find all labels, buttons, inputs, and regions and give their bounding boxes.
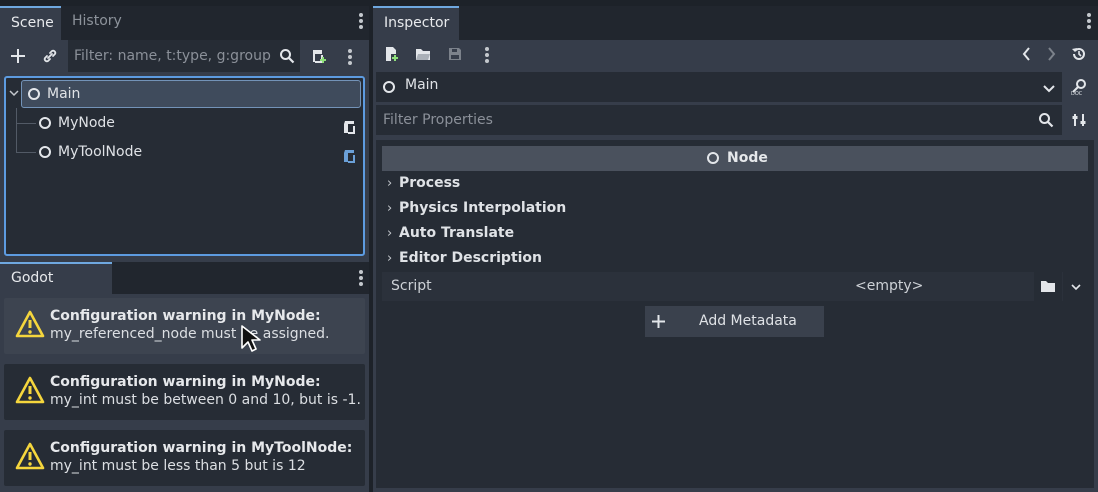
tab-scene[interactable]: Scene xyxy=(0,6,61,40)
script-property-label: Script xyxy=(391,278,432,294)
warning-item[interactable]: Configuration warning in MyNode: my_int … xyxy=(4,364,365,420)
node-icon xyxy=(39,146,51,158)
section-label: Editor Description xyxy=(399,250,543,266)
new-resource-icon[interactable] xyxy=(378,41,404,67)
svg-text:DOC: DOC xyxy=(1071,91,1083,96)
save-icon[interactable] xyxy=(442,41,468,67)
scene-filter-input[interactable] xyxy=(68,40,300,72)
chevron-right-icon: › xyxy=(387,226,393,241)
section-auto-translate[interactable]: › Auto Translate xyxy=(382,221,1088,246)
warning-icon xyxy=(15,376,45,404)
add-icon xyxy=(652,315,665,328)
property-tools-icon[interactable] xyxy=(1066,107,1092,133)
tree-item-label: Main xyxy=(47,86,81,102)
object-selector[interactable]: Main xyxy=(376,72,1062,102)
node-icon xyxy=(383,81,395,93)
instance-scene-link-icon[interactable] xyxy=(37,43,63,69)
history-forward-icon[interactable] xyxy=(1038,41,1064,67)
collapse-arrow-icon[interactable] xyxy=(9,86,19,97)
tab-inspector[interactable]: Inspector xyxy=(373,6,459,40)
section-physics-interpolation[interactable]: › Physics Interpolation xyxy=(382,196,1088,221)
inspector-menu-icon[interactable] xyxy=(1084,12,1094,30)
script-options-dropdown[interactable] xyxy=(1063,272,1088,301)
tree-item-label: MyToolNode xyxy=(58,144,143,160)
chevron-right-icon: › xyxy=(387,176,393,191)
script-property-row: Script <empty> xyxy=(382,272,1088,301)
tree-guide-line xyxy=(16,123,36,124)
node-icon xyxy=(39,117,51,129)
script-value-field[interactable]: <empty> xyxy=(786,272,1034,301)
scene-dock-tabbar: Scene History xyxy=(0,6,369,40)
chevron-right-icon: › xyxy=(387,201,393,216)
attach-script-icon[interactable] xyxy=(306,43,332,69)
section-label: Auto Translate xyxy=(399,225,515,241)
tab-history[interactable]: History xyxy=(61,6,131,40)
inspector-tabbar: Inspector xyxy=(373,6,1098,40)
add-metadata-label: Add Metadata xyxy=(699,313,797,329)
section-editor-description[interactable]: › Editor Description xyxy=(382,246,1088,271)
warning-message: my_int must be less than 5 but is 12 xyxy=(50,458,306,474)
class-header-label: Node xyxy=(727,150,768,166)
section-process[interactable]: › Process xyxy=(382,171,1088,196)
tree-item-mytoolnode[interactable]: MyToolNode xyxy=(36,138,361,166)
search-icon xyxy=(1033,107,1059,133)
warning-title: Configuration warning in MyNode: xyxy=(50,374,321,390)
scene-tree[interactable]: Main MyNode MyToolNode xyxy=(4,76,365,256)
scene-dock-menu-icon[interactable] xyxy=(356,12,366,30)
node-icon xyxy=(707,152,719,164)
filter-properties-input[interactable] xyxy=(376,105,1062,135)
tree-item-main[interactable]: Main xyxy=(21,80,361,108)
load-script-button[interactable] xyxy=(1034,272,1062,301)
open-folder-icon xyxy=(1041,281,1055,292)
chevron-down-icon xyxy=(1043,82,1055,98)
tab-godot-doctor[interactable]: Godot Doctor xyxy=(0,262,112,314)
add-node-icon[interactable] xyxy=(5,43,31,69)
tree-guide-line xyxy=(16,152,36,153)
chevron-right-icon: › xyxy=(387,251,393,266)
warning-item[interactable]: Configuration warning in MyToolNode: my_… xyxy=(4,430,365,486)
warning-item[interactable]: Configuration warning in MyNode: my_refe… xyxy=(4,298,365,354)
doctor-dock-menu-icon[interactable] xyxy=(356,269,366,287)
node-icon xyxy=(28,88,40,100)
tree-item-label: MyNode xyxy=(58,115,115,131)
script-value: <empty> xyxy=(855,278,924,294)
object-name: Main xyxy=(405,77,439,93)
mouse-cursor-icon xyxy=(241,325,261,352)
section-label: Physics Interpolation xyxy=(399,200,567,216)
tree-guide-line xyxy=(16,108,17,152)
history-back-icon[interactable] xyxy=(1014,41,1040,67)
tool-script-icon[interactable] xyxy=(342,145,356,173)
object-history-icon[interactable] xyxy=(1066,41,1092,67)
section-label: Process xyxy=(399,175,461,191)
tree-item-mynode[interactable]: MyNode xyxy=(36,109,361,137)
warning-message: my_referenced_node must be assigned. xyxy=(50,326,330,342)
class-header: Node xyxy=(382,146,1088,171)
search-icon xyxy=(274,43,300,69)
doctor-dock-tabbar: Godot Doctor xyxy=(0,262,369,314)
scene-tree-menu-icon[interactable] xyxy=(345,48,355,66)
warning-icon xyxy=(15,310,45,338)
chevron-down-icon xyxy=(1070,283,1081,290)
doc-search-icon[interactable]: DOC xyxy=(1066,74,1092,100)
warning-title: Configuration warning in MyNode: xyxy=(50,308,321,324)
open-folder-icon[interactable] xyxy=(410,41,436,67)
warning-message: my_int must be between 0 and 10, but is … xyxy=(50,392,361,408)
warning-icon xyxy=(15,442,45,470)
warning-title: Configuration warning in MyToolNode: xyxy=(50,440,353,456)
resource-menu-icon[interactable] xyxy=(482,46,492,64)
add-metadata-button[interactable]: Add Metadata xyxy=(645,306,824,337)
